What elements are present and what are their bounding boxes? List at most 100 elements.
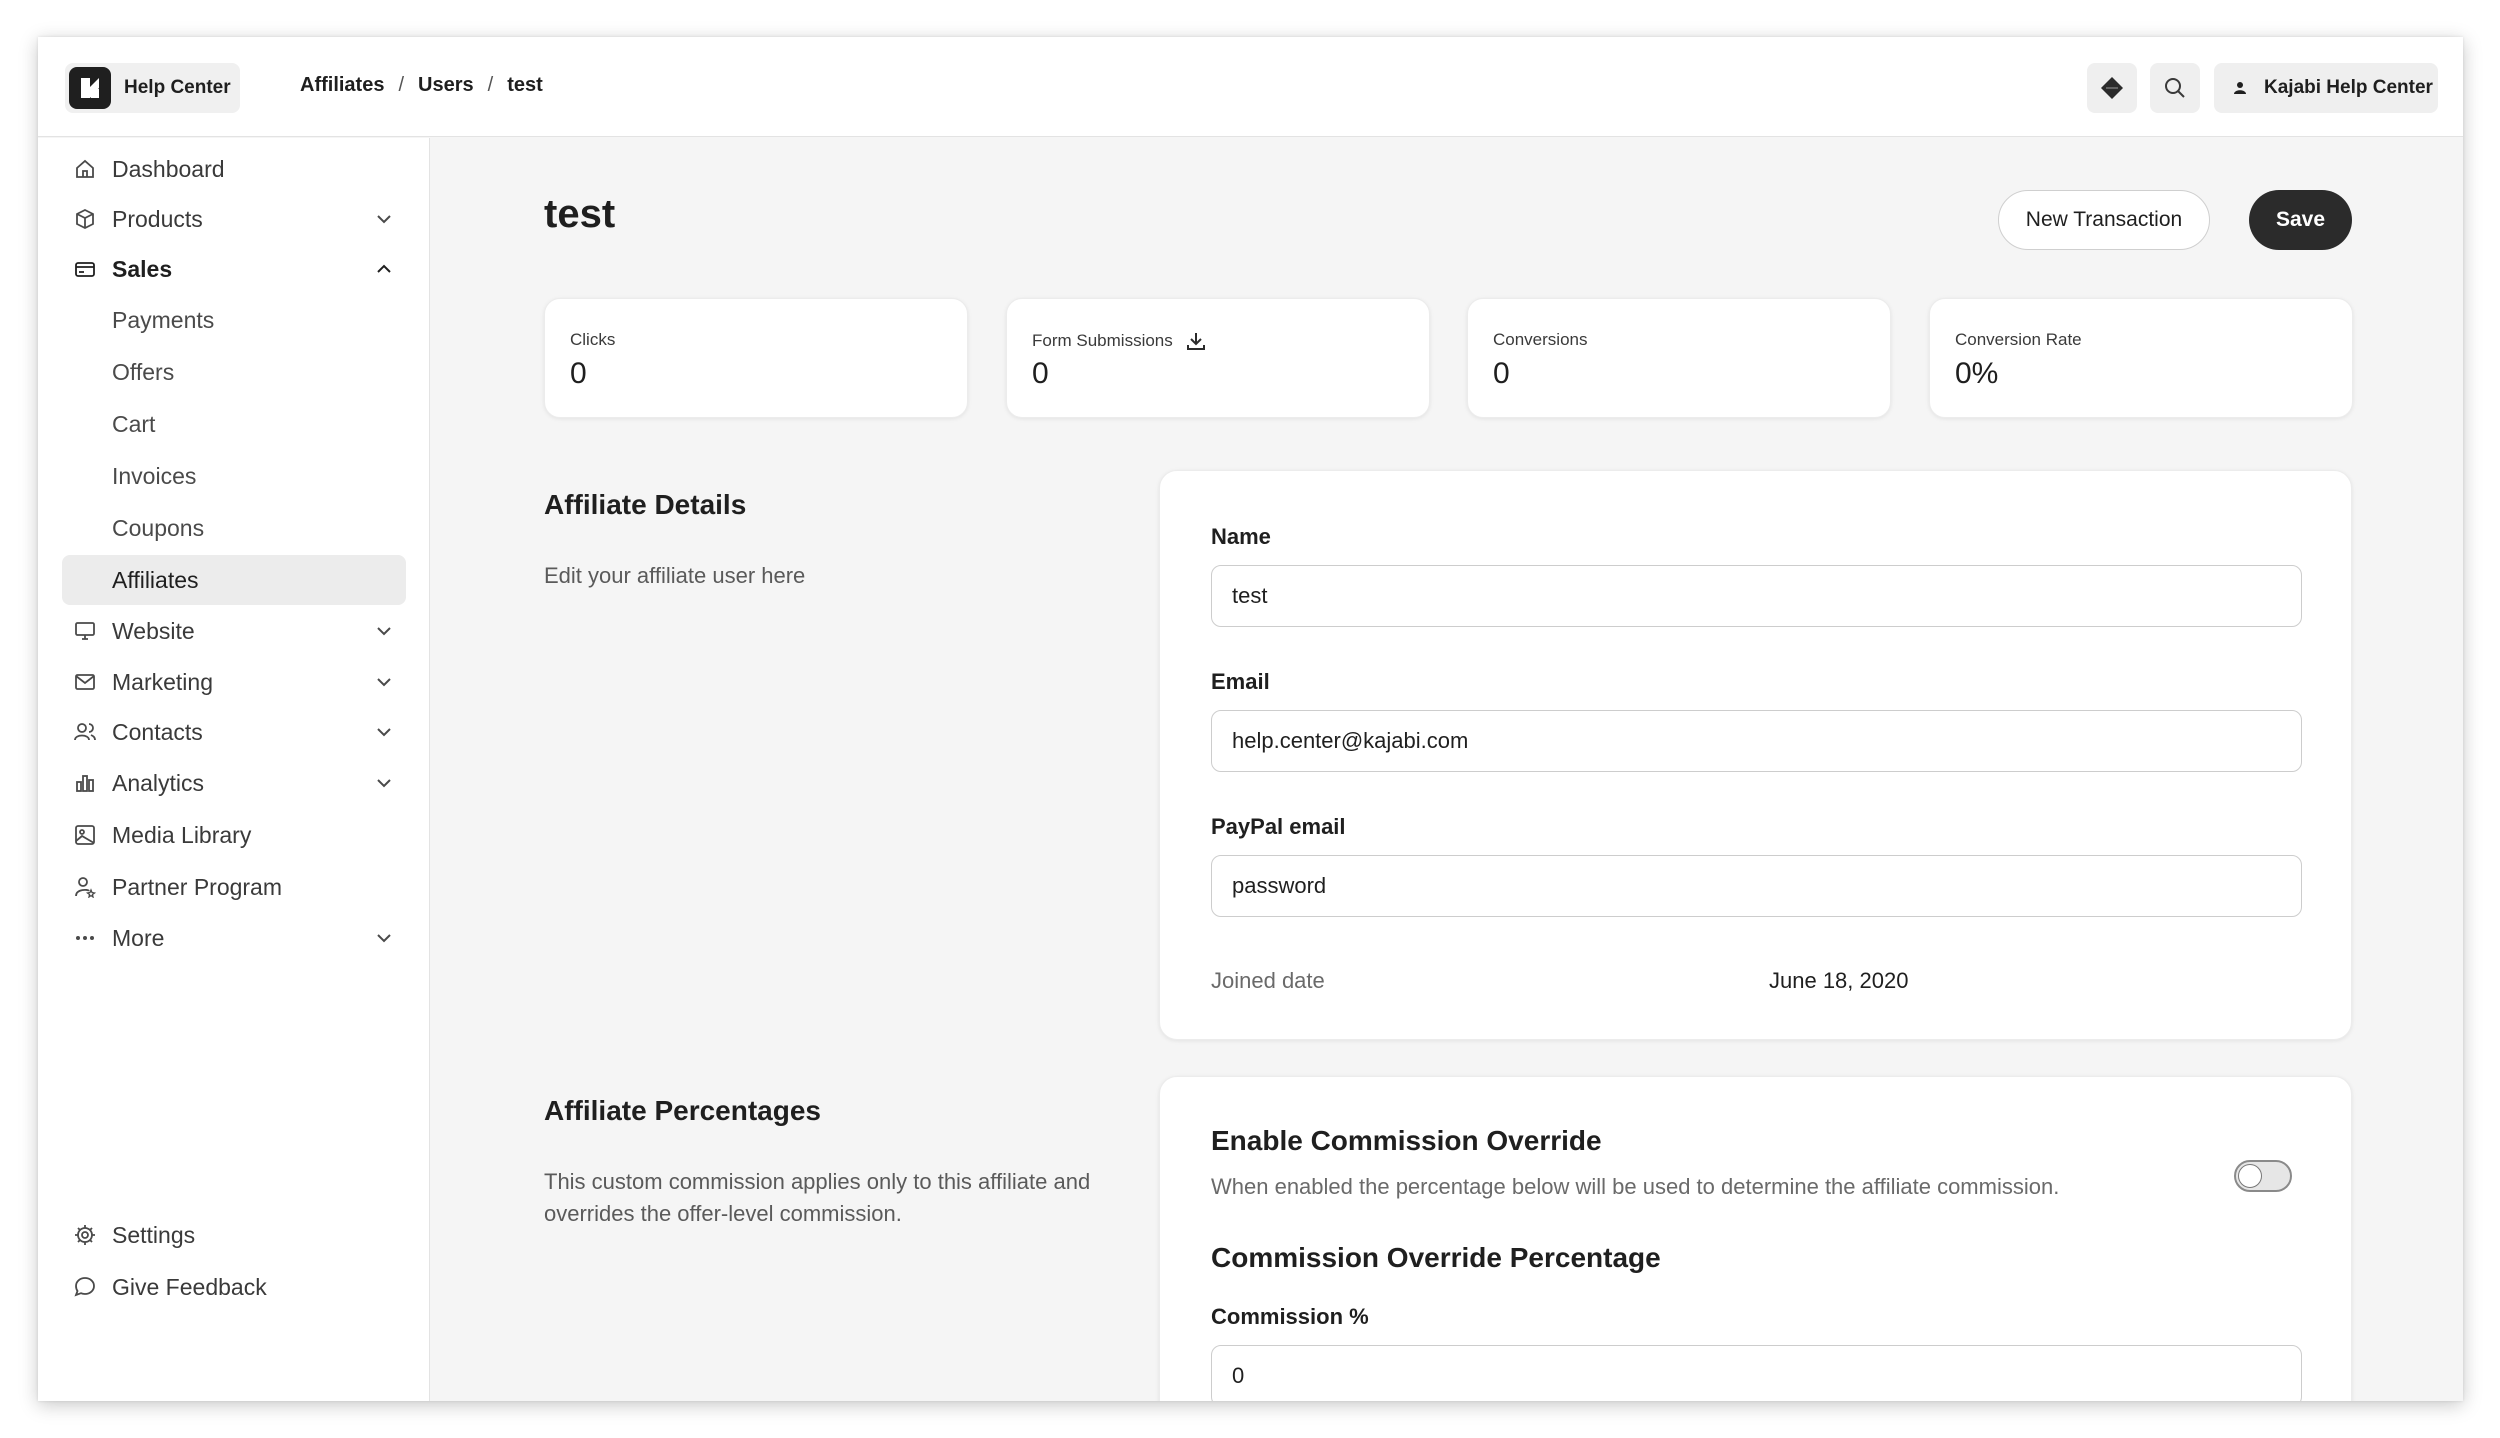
affiliate-details-title: Affiliate Details — [544, 489, 747, 520]
sidebar-item-partner-program[interactable]: Partner Program — [62, 862, 406, 912]
sidebar-item-label: Media Library — [112, 821, 252, 848]
stat-value: 0 — [1493, 357, 1510, 390]
stat-card-form-submissions: Form Submissions 0 — [1006, 298, 1430, 418]
breadcrumb-users[interactable]: Users — [418, 74, 474, 97]
affiliate-details-description: Edit your affiliate user here — [544, 563, 806, 588]
sidebar-item-label: Sales — [112, 255, 173, 282]
image-icon — [72, 822, 98, 848]
sidebar-item-label: Give Feedback — [112, 1273, 267, 1300]
commission-percentage-title: Commission Override Percentage — [1211, 1242, 1661, 1273]
name-input[interactable] — [1211, 565, 2302, 627]
sidebar-item-settings[interactable]: Settings — [62, 1210, 406, 1260]
sidebar-item-media-library[interactable]: Media Library — [62, 810, 406, 860]
download-icon[interactable] — [1185, 330, 1207, 352]
joined-date-label: Joined date — [1211, 968, 1325, 993]
sidebar-item-analytics[interactable]: Analytics — [62, 758, 406, 808]
dots-icon — [72, 925, 98, 951]
stat-label: Conversions — [1493, 330, 1588, 349]
stat-value: 0% — [1955, 357, 1999, 390]
app-window: Help Center Affiliates / Users / test Ka… — [38, 37, 2463, 1401]
breadcrumb-separator: / — [398, 74, 405, 96]
mail-icon — [72, 669, 98, 695]
stat-card-clicks: Clicks 0 — [544, 298, 968, 418]
email-label: Email — [1211, 669, 1270, 694]
sidebar-item-label: Analytics — [112, 769, 205, 796]
chat-icon — [72, 1274, 98, 1300]
top-bar: Help Center Affiliates / Users / test Ka… — [38, 37, 2463, 137]
sidebar: Dashboard Products Sales Payments Offers… — [38, 138, 430, 1401]
sidebar-item-label: Dashboard — [112, 155, 225, 182]
breadcrumb-current: test — [507, 74, 543, 96]
commission-override-description: When enabled the percentage below will b… — [1211, 1174, 2060, 1199]
sidebar-subitem-invoices[interactable]: Invoices — [62, 451, 406, 501]
sidebar-item-more[interactable]: More — [62, 913, 406, 963]
page-title: test — [544, 192, 616, 236]
email-input[interactable] — [1211, 710, 2302, 772]
sidebar-item-label: Marketing — [112, 668, 213, 695]
breadcrumb-affiliates[interactable]: Affiliates — [300, 74, 384, 97]
sidebar-subitem-payments[interactable]: Payments — [62, 295, 406, 345]
paypal-email-input[interactable] — [1211, 855, 2302, 917]
sidebar-subitem-offers[interactable]: Offers — [62, 347, 406, 397]
monitor-icon — [72, 618, 98, 644]
kajabi-logo-icon — [69, 67, 111, 109]
sidebar-item-dashboard[interactable]: Dashboard — [62, 144, 406, 194]
gear-icon — [72, 1222, 98, 1248]
chevron-up-icon — [377, 264, 391, 273]
box-icon — [72, 206, 98, 232]
stat-card-conversion-rate: Conversion Rate 0% — [1929, 298, 2353, 418]
breadcrumb-separator: / — [487, 74, 494, 96]
sidebar-item-contacts[interactable]: Contacts — [62, 707, 406, 757]
sidebar-item-label: Settings — [112, 1221, 196, 1248]
stat-card-conversions: Conversions 0 — [1467, 298, 1891, 418]
breadcrumb: Affiliates / Users / test — [300, 74, 543, 97]
home-icon — [72, 156, 98, 182]
new-transaction-button[interactable]: New Transaction — [1998, 190, 2210, 250]
users-icon — [72, 719, 98, 745]
search-button[interactable] — [2150, 63, 2200, 113]
chevron-down-icon — [377, 934, 391, 943]
affiliate-details-panel: Name Email PayPal email Joined date June… — [1159, 470, 2352, 1040]
chevron-down-icon — [377, 728, 391, 737]
person-star-icon — [72, 874, 98, 900]
affiliate-percentages-panel: Enable Commission Override When enabled … — [1159, 1076, 2352, 1401]
toggle-knob — [2238, 1164, 2262, 1188]
sidebar-item-label: Partner Program — [112, 873, 283, 900]
commission-override-title: Enable Commission Override — [1211, 1125, 1602, 1156]
sidebar-item-website[interactable]: Website — [62, 606, 406, 656]
affiliate-percentages-title: Affiliate Percentages — [544, 1095, 821, 1126]
diamond-button[interactable] — [2087, 63, 2137, 113]
brand-name: Help Center — [124, 77, 231, 98]
sidebar-subitem-coupons[interactable]: Coupons — [62, 503, 406, 553]
joined-date-value: June 18, 2020 — [1769, 968, 1909, 993]
sidebar-item-label: Products — [112, 205, 203, 232]
brand-button[interactable]: Help Center — [65, 63, 240, 113]
sidebar-item-label: Website — [112, 617, 195, 644]
commission-input[interactable] — [1211, 1345, 2302, 1401]
stat-label: Form Submissions — [1032, 331, 1173, 350]
stat-value: 0 — [570, 357, 587, 390]
affiliate-percentages-description: This custom commission applies only to t… — [544, 1169, 1091, 1226]
sidebar-subitem-cart[interactable]: Cart — [62, 399, 406, 449]
sidebar-subitem-affiliates[interactable]: Affiliates — [62, 555, 406, 605]
search-icon — [2165, 78, 2185, 98]
chevron-down-icon — [377, 678, 391, 687]
stat-value: 0 — [1032, 357, 1049, 390]
diamond-icon — [2101, 77, 2123, 99]
save-button[interactable]: Save — [2249, 190, 2352, 250]
sidebar-item-give-feedback[interactable]: Give Feedback — [62, 1262, 406, 1312]
account-menu[interactable]: Kajabi Help Center — [2214, 63, 2438, 113]
stat-label: Clicks — [570, 330, 616, 349]
sidebar-item-label: Contacts — [112, 718, 203, 745]
sidebar-item-label: More — [112, 924, 165, 951]
sidebar-item-marketing[interactable]: Marketing — [62, 657, 406, 707]
sidebar-item-sales[interactable]: Sales — [62, 244, 406, 294]
commission-label: Commission % — [1211, 1304, 1369, 1329]
sidebar-item-products[interactable]: Products — [62, 194, 406, 244]
stat-label: Conversion Rate — [1955, 330, 2082, 349]
chevron-down-icon — [377, 215, 391, 224]
chevron-down-icon — [377, 779, 391, 788]
name-label: Name — [1211, 524, 1271, 549]
commission-override-toggle[interactable] — [2234, 1160, 2292, 1192]
user-icon — [2224, 72, 2256, 104]
